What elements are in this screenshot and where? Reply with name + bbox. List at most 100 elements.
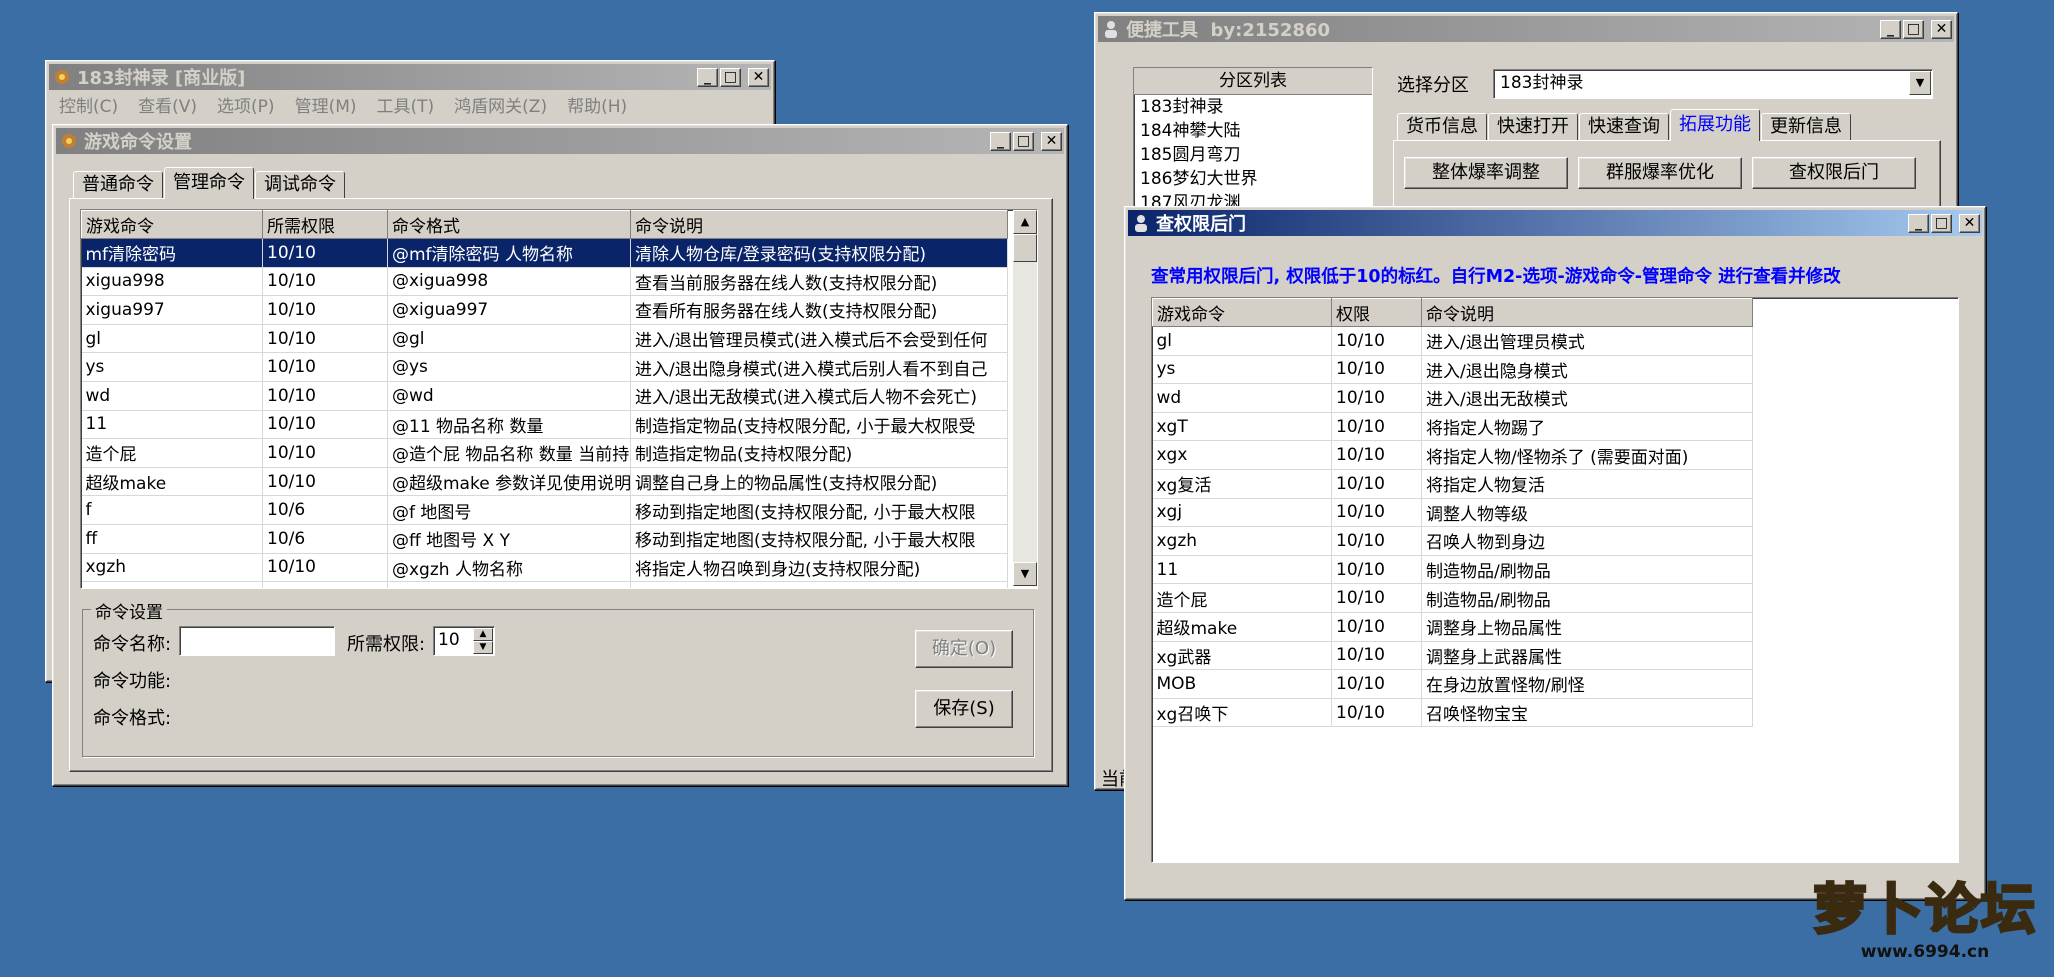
tab-debug-commands[interactable]: 调试命令 (255, 171, 345, 199)
menu-control[interactable]: 控制(C) (49, 92, 128, 117)
close-button[interactable]: ✕ (1931, 19, 1952, 39)
command-settings-window: 游戏命令设置 _ □ ✕ 普通命令 管理命令 调试命令 游戏命令 所需权限 命令… (52, 124, 1068, 786)
menu-options[interactable]: 选项(P) (207, 92, 285, 117)
minimize-button[interactable]: _ (1908, 213, 1929, 233)
table-row[interactable]: 造个屁 10/10 @造个屁 物品名称 数量 当前持 制造指定物品(支持权限分配) (81, 438, 1008, 468)
chevron-down-icon[interactable]: ▼ (1909, 71, 1931, 95)
command-settings-group: 命令设置 命令名称: 所需权限: 10 ▲ ▼ 命令功能: 命令格式: 确定(O… (82, 598, 1034, 757)
table-cell: 制造指定物品(支持权限分配, 小于最大权限受 (630, 410, 1008, 440)
table-cell: f (81, 495, 263, 525)
tab-quick-open[interactable]: 快速打开 (1488, 113, 1578, 141)
permission-table: 游戏命令 权限 命令说明 gl 10/10 进入/退出管理员模式 ys 10/10 进入/… (1152, 298, 1753, 728)
table-row[interactable]: gl 10/10 进入/退出管理员模式 (1152, 326, 1753, 356)
tab-normal-commands[interactable]: 普通命令 (73, 171, 163, 199)
table-row[interactable]: 超级make 10/10 调整身上物品属性 (1152, 612, 1753, 642)
table-cell: 10/10 (1331, 440, 1422, 470)
maximize-button[interactable]: □ (1013, 131, 1034, 151)
table-row[interactable]: wd 10/10 进入/退出无敌模式 (1152, 383, 1753, 413)
column-header[interactable]: 命令说明 (1421, 298, 1753, 327)
zone-item[interactable]: 186梦幻大世界 (1134, 167, 1372, 191)
table-cell: 制造物品/刷物品 (1421, 555, 1753, 585)
column-header[interactable]: 命令说明 (630, 210, 1008, 239)
table-row[interactable]: xgzh 10/10 @xgzh 人物名称 将指定人物召唤到身边(支持权限分配) (81, 553, 1008, 583)
scroll-down-button[interactable]: ▼ (1013, 562, 1037, 586)
table-row[interactable]: 造个屁 10/10 制造物品/刷物品 (1152, 583, 1753, 613)
group-drop-rate-button[interactable]: 群服爆率优化 (1578, 157, 1742, 189)
column-header[interactable]: 权限 (1331, 298, 1422, 327)
column-header[interactable]: 游戏命令 (81, 210, 263, 239)
scroll-thumb[interactable] (1013, 234, 1037, 262)
zone-select[interactable]: 183封神录 ▼ (1493, 69, 1933, 99)
ok-button[interactable]: 确定(O) (915, 630, 1013, 668)
table-row[interactable]: xg召唤下 10/10 召唤怪物宝宝 (1152, 698, 1753, 728)
maximize-button[interactable]: □ (1931, 213, 1952, 233)
table-row[interactable]: 11 10/10 @11 物品名称 数量 制造指定物品(支持权限分配, 小于最大权限受 (81, 410, 1008, 440)
column-header[interactable]: 命令格式 (387, 210, 631, 239)
table-cell: 10/10 (262, 467, 388, 497)
spinner-up-button[interactable]: ▲ (473, 628, 493, 641)
check-backdoor-button[interactable]: 查权限后门 (1752, 157, 1916, 189)
table-row[interactable]: xg复活 10/10 将指定人物复活 (1152, 469, 1753, 499)
table-cell: 10/10 (262, 553, 388, 583)
table-row[interactable]: xgzh 10/10 召唤人物到身边 (1152, 526, 1753, 556)
permission-window-titlebar[interactable]: 查权限后门 _ □ ✕ (1128, 210, 1982, 236)
table-cell: 10/10 (262, 352, 388, 382)
minimize-button[interactable]: _ (697, 67, 718, 87)
table-cell: 造个屁 (81, 438, 263, 468)
minimize-button[interactable]: _ (1880, 19, 1901, 39)
required-level-spinner[interactable]: 10 ▲ ▼ (433, 626, 495, 656)
zone-item[interactable]: 184神攀大陆 (1134, 119, 1372, 143)
table-row[interactable]: 11 10/10 制造物品/刷物品 (1152, 555, 1753, 585)
maximize-button[interactable]: □ (720, 67, 741, 87)
close-button[interactable]: ✕ (748, 67, 769, 87)
table-row[interactable]: xgT 10/10 将指定人物踢了 (1152, 412, 1753, 442)
table-row[interactable]: xgx 10/10 将指定人物/怪物杀了 (需要面对面) (1152, 440, 1753, 470)
table-row[interactable]: f 10/6 @f 地图号 移动到指定地图(支持权限分配, 小于最大权限 (81, 495, 1008, 525)
scroll-up-button[interactable]: ▲ (1013, 210, 1037, 234)
menu-gateway[interactable]: 鸿盾网关(Z) (444, 92, 557, 117)
tab-extended-functions[interactable]: 拓展功能 (1670, 109, 1760, 141)
table-row[interactable]: xigua998 10/10 @xigua998 查看当前服务器在线人数(支持权限分配… (81, 267, 1008, 297)
menu-help[interactable]: 帮助(H) (557, 92, 637, 117)
tab-admin-commands[interactable]: 管理命令 (164, 167, 254, 199)
table-row[interactable]: xigua997 10/10 @xigua997 查看所有服务器在线人数(支持权限分配… (81, 295, 1008, 325)
save-button[interactable]: 保存(S) (915, 690, 1013, 728)
menu-manage[interactable]: 管理(M) (285, 92, 367, 117)
tab-currency-info[interactable]: 货币信息 (1397, 113, 1487, 141)
minimize-button[interactable]: _ (990, 131, 1011, 151)
close-button[interactable]: ✕ (1041, 131, 1062, 151)
table-cell: 超级make (81, 467, 263, 497)
table-row[interactable]: MOB 10/10 在身边放置怪物/刷怪 (1152, 669, 1753, 699)
table-cell: 10/10 (262, 324, 388, 354)
main-window-titlebar[interactable]: 183封神录 [商业版] _ □ ✕ (49, 64, 771, 90)
close-button[interactable]: ✕ (1959, 213, 1980, 233)
tab-quick-query[interactable]: 快速查询 (1579, 113, 1669, 141)
maximize-button[interactable]: □ (1903, 19, 1924, 39)
table-row[interactable]: xg武器 10/10 调整身上武器属性 (1152, 641, 1753, 671)
menu-tools[interactable]: 工具(T) (367, 92, 445, 117)
zone-item[interactable]: 183封神录 (1134, 95, 1372, 119)
table-row[interactable]: xgj 10/10 调整人物等级 (1152, 498, 1753, 528)
column-header[interactable]: 所需权限 (262, 210, 388, 239)
command-window-titlebar[interactable]: 游戏命令设置 _ □ ✕ (56, 128, 1064, 154)
overall-drop-rate-button[interactable]: 整体爆率调整 (1404, 157, 1568, 189)
table-row[interactable]: ff 10/6 @ff 地图号 X Y 移动到指定地图(支持权限分配, 小于最大权限 (81, 524, 1008, 554)
zone-item[interactable]: 185圆月弯刀 (1134, 143, 1372, 167)
tab-update-info[interactable]: 更新信息 (1761, 113, 1851, 141)
table-row[interactable]: gl 10/10 @gl 进入/退出管理员模式(进入模式后不会受到任何 (81, 324, 1008, 354)
zone-list-header[interactable]: 分区列表 (1134, 68, 1372, 95)
table-row[interactable]: 超级make 10/10 @超级make 参数详见使用说明 调整自己身上的物品属性(支… (81, 467, 1008, 497)
table-cell: 10/10 (1331, 412, 1422, 442)
tools-window-titlebar[interactable]: 便捷工具 by:2152860 _ □ ✕ (1098, 16, 1954, 42)
table-row[interactable]: ys 10/10 进入/退出隐身模式 (1152, 355, 1753, 385)
column-header[interactable]: 游戏命令 (1152, 298, 1332, 327)
command-list-scrollbar[interactable]: ▲ ▼ (1013, 210, 1037, 586)
command-name-input[interactable] (179, 626, 335, 656)
table-row[interactable]: mf清除密码 10/10 @mf清除密码 人物名称 清除人物仓库/登录密码(支持权限分… (81, 238, 1008, 268)
menu-view[interactable]: 查看(V) (128, 92, 207, 117)
tools-tabs: 货币信息 快速打开 快速查询 拓展功能 更新信息 (1397, 109, 1852, 141)
table-row[interactable]: ys 10/10 @ys 进入/退出隐身模式(进入模式后别人看不到自己 (81, 352, 1008, 382)
table-row[interactable]: wd 10/10 @wd 进入/退出无敌模式(进入模式后人物不会死亡) (81, 381, 1008, 411)
table-row[interactable]: 跟踪10/10@跟踪 人物名称跟踪指定人物(支持权限分配) (81, 581, 1008, 588)
spinner-down-button[interactable]: ▼ (473, 641, 493, 654)
